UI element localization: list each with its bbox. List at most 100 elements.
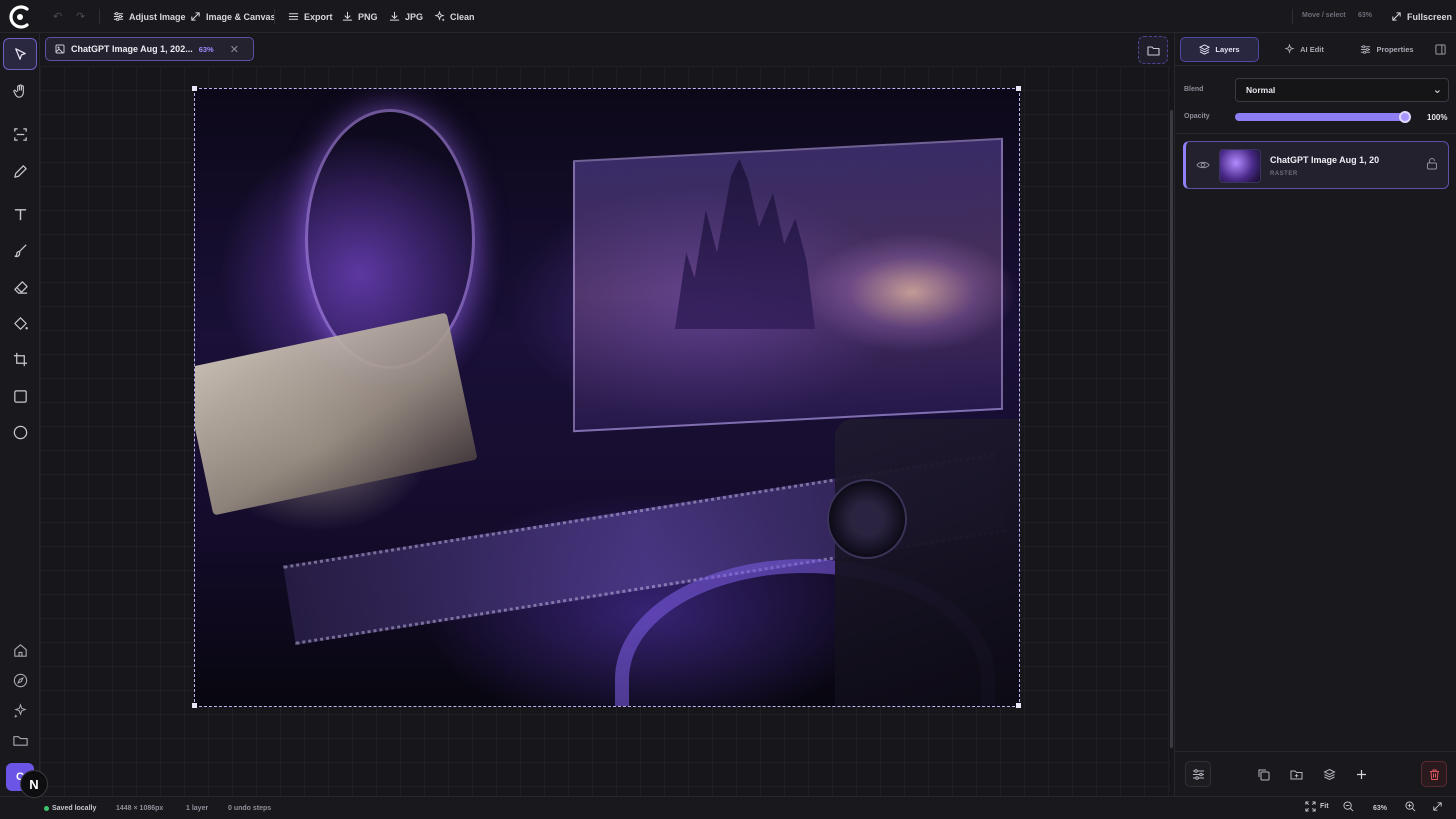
open-file-button[interactable] bbox=[1138, 36, 1168, 64]
adjust-image-label: Adjust Image bbox=[129, 11, 186, 22]
ellipse-tool[interactable] bbox=[3, 416, 37, 448]
text-icon bbox=[14, 208, 26, 220]
expand-icon bbox=[1392, 12, 1401, 21]
canvas-area[interactable] bbox=[40, 66, 1171, 796]
n-badge[interactable]: N bbox=[20, 770, 48, 798]
canvas-image[interactable] bbox=[194, 88, 1020, 707]
fill-tool[interactable] bbox=[3, 307, 37, 339]
merge-layers-button[interactable] bbox=[1316, 761, 1342, 787]
scan-tool[interactable] bbox=[3, 118, 37, 150]
sparkles-icon bbox=[434, 11, 445, 22]
document-tab-title: ChatGPT Image Aug 1, 202... bbox=[71, 44, 193, 54]
layers-icon bbox=[1322, 768, 1336, 780]
close-icon[interactable]: ✕ bbox=[230, 43, 239, 56]
sliders-icon bbox=[113, 12, 124, 21]
trash-icon bbox=[1429, 769, 1439, 780]
redo-icon[interactable]: ↷ bbox=[76, 10, 85, 23]
clean-button[interactable]: Clean bbox=[434, 8, 475, 25]
png-label: PNG bbox=[358, 11, 378, 22]
square-icon bbox=[13, 389, 27, 403]
opacity-slider-thumb[interactable] bbox=[1399, 111, 1411, 123]
download-icon bbox=[342, 11, 353, 21]
right-panel: Layers AI Edit Properties Blend Normal ⌄… bbox=[1174, 33, 1456, 796]
clean-label: Clean bbox=[450, 11, 475, 22]
fit-icon bbox=[1305, 801, 1316, 812]
duplicate-layer-button[interactable] bbox=[1250, 761, 1276, 787]
fit-button[interactable]: Fit bbox=[1305, 801, 1329, 812]
toolbar-divider bbox=[99, 9, 100, 24]
select-tool[interactable] bbox=[3, 38, 37, 70]
adjust-image-button[interactable]: Adjust Image bbox=[113, 8, 186, 25]
app-logo[interactable] bbox=[4, 0, 36, 33]
document-tab[interactable]: ChatGPT Image Aug 1, 202... 63% ✕ bbox=[45, 37, 254, 61]
top-toolbar: ↶ ↷ Adjust Image Image & Canvas Export P… bbox=[0, 0, 1456, 33]
resize-handle[interactable] bbox=[192, 86, 197, 91]
zoom-level: 63% bbox=[1373, 805, 1388, 812]
image-icon bbox=[55, 44, 65, 54]
tab-ai-edit[interactable]: AI Edit bbox=[1269, 37, 1339, 62]
art-lens bbox=[827, 479, 907, 559]
resize-handle[interactable] bbox=[1016, 86, 1021, 91]
saved-status-dot bbox=[44, 806, 49, 811]
blend-mode-value: Normal bbox=[1246, 85, 1276, 95]
layer-actions-bar bbox=[1175, 751, 1456, 796]
group-layer-button[interactable] bbox=[1283, 761, 1309, 787]
zoom-out-button[interactable] bbox=[1343, 801, 1354, 812]
avatar-initial: N bbox=[29, 776, 39, 792]
tab-properties-label: Properties bbox=[1376, 45, 1414, 54]
sparkles-icon bbox=[13, 702, 27, 718]
canvas-scrollbar[interactable] bbox=[1170, 110, 1173, 748]
layer-count: 1 layer bbox=[186, 805, 209, 812]
image-canvas-button[interactable]: Image & Canvas bbox=[190, 8, 276, 25]
nav-explore[interactable] bbox=[3, 664, 37, 696]
brush-tool[interactable] bbox=[3, 234, 37, 266]
chevron-down-icon: ⌄ bbox=[1432, 84, 1442, 96]
sparkles-icon bbox=[1284, 44, 1295, 54]
opacity-label: Opacity bbox=[1184, 113, 1210, 120]
nav-files[interactable] bbox=[3, 724, 37, 756]
status-bar: Saved locally 1448 × 1086px 1 layer 0 un… bbox=[0, 796, 1456, 819]
fullscreen-label: Fullscreen bbox=[1407, 11, 1453, 22]
delete-layer-button[interactable] bbox=[1421, 761, 1447, 787]
eraser-tool[interactable] bbox=[3, 271, 37, 303]
layer-item[interactable]: ChatGPT Image Aug 1, 20 RASTER bbox=[1183, 141, 1449, 189]
pencil-tool[interactable] bbox=[3, 155, 37, 187]
export-png-button[interactable]: PNG bbox=[342, 8, 378, 25]
undo-icon[interactable]: ↶ bbox=[53, 10, 62, 23]
jpg-label: JPG bbox=[405, 11, 424, 22]
fullscreen-button[interactable]: Fullscreen bbox=[1391, 8, 1452, 25]
add-layer-button[interactable] bbox=[1348, 761, 1374, 787]
collapse-panel-button[interactable] bbox=[1431, 37, 1449, 62]
blend-mode-select[interactable]: Normal ⌄ bbox=[1235, 78, 1449, 102]
nav-home[interactable] bbox=[3, 634, 37, 666]
expand-canvas-button[interactable] bbox=[1432, 801, 1443, 812]
zoom-in-button[interactable] bbox=[1405, 801, 1416, 812]
crop-tool[interactable] bbox=[3, 343, 37, 375]
opacity-value: 100% bbox=[1427, 113, 1448, 122]
undo-count: 0 undo steps bbox=[228, 805, 272, 812]
eye-icon[interactable] bbox=[1196, 159, 1210, 171]
layer-name: ChatGPT Image Aug 1, 20 bbox=[1270, 155, 1380, 165]
art-book bbox=[195, 312, 478, 516]
copy-icon bbox=[1258, 769, 1269, 780]
tab-properties[interactable]: Properties bbox=[1347, 37, 1427, 62]
resize-handle[interactable] bbox=[1016, 703, 1021, 708]
tool-mode-label: Move / select bbox=[1302, 12, 1346, 19]
hand-tool[interactable] bbox=[3, 75, 37, 107]
toolbar-divider bbox=[1292, 9, 1293, 24]
resize-handle[interactable] bbox=[192, 703, 197, 708]
home-icon bbox=[13, 643, 27, 657]
rectangle-tool[interactable] bbox=[3, 380, 37, 412]
tab-layers[interactable]: Layers bbox=[1180, 37, 1259, 62]
text-tool[interactable] bbox=[3, 198, 37, 230]
layer-adjust-button[interactable] bbox=[1185, 761, 1211, 787]
export-jpg-button[interactable]: JPG bbox=[389, 8, 423, 25]
zoom-label: 63% bbox=[1358, 12, 1373, 19]
tab-ai-edit-label: AI Edit bbox=[1300, 45, 1324, 54]
unlock-icon[interactable] bbox=[1426, 157, 1438, 170]
export-label: Export bbox=[304, 11, 333, 22]
toolbar-divider bbox=[274, 9, 275, 24]
nav-ai[interactable] bbox=[3, 694, 37, 726]
export-button[interactable]: Export bbox=[288, 8, 333, 25]
opacity-slider[interactable] bbox=[1235, 111, 1411, 123]
